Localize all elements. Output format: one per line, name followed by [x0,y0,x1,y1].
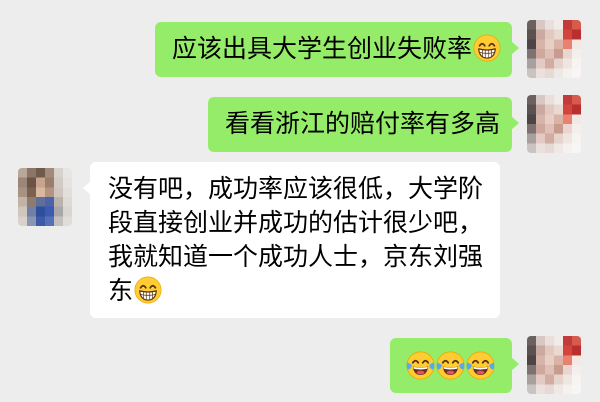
avatar-image [527,336,581,394]
message-content: 应该出具大学生创业失败率 [172,32,512,66]
avatar-self[interactable] [527,20,581,78]
message-text: 应该出具大学生创业失败率 [172,34,473,63]
avatar-image [18,168,72,226]
grinning-face-with-smiling-eyes-icon [473,34,501,62]
avatar-image [527,95,581,153]
message-text-line-last: 东 [108,274,500,308]
message-content [406,351,512,385]
message-bubble-incoming[interactable]: 没有吧，成功率应该很低，大学阶 段直接创业并成功的估计很少吧， 我就知道一个成功… [83,162,500,318]
face-with-tears-of-joy-icon [406,351,435,380]
message-content: 没有吧，成功率应该很低，大学阶 段直接创业并成功的估计很少吧， 我就知道一个成功… [108,172,500,308]
face-with-tears-of-joy-icon [436,351,465,380]
message-text-line: 段直接创业并成功的估计很少吧， [108,208,484,237]
avatar-contact[interactable] [18,168,72,226]
message-text-line: 我就知道一个成功人士，京东刘强 [108,242,484,271]
face-with-tears-of-joy-icon [466,351,495,380]
message-text-line: 没有吧，成功率应该很低，大学阶 [108,174,484,203]
message-text: 东 [108,276,134,305]
message-bubble-outgoing[interactable]: 应该出具大学生创业失败率 [155,22,519,77]
message-bubble-outgoing[interactable] [390,338,519,393]
avatar-self[interactable] [527,336,581,394]
chat-area: 应该出具大学生创业失败率 看看浙江的赔付率有多高 没有吧，成功率应该很低，大学阶… [0,0,600,402]
grinning-face-with-smiling-eyes-icon [134,276,162,304]
message-text: 看看浙江的赔付率有多高 [225,109,501,138]
avatar-image [527,20,581,78]
message-bubble-outgoing[interactable]: 看看浙江的赔付率有多高 [208,97,519,152]
message-content: 看看浙江的赔付率有多高 [225,107,512,141]
avatar-self[interactable] [527,95,581,153]
